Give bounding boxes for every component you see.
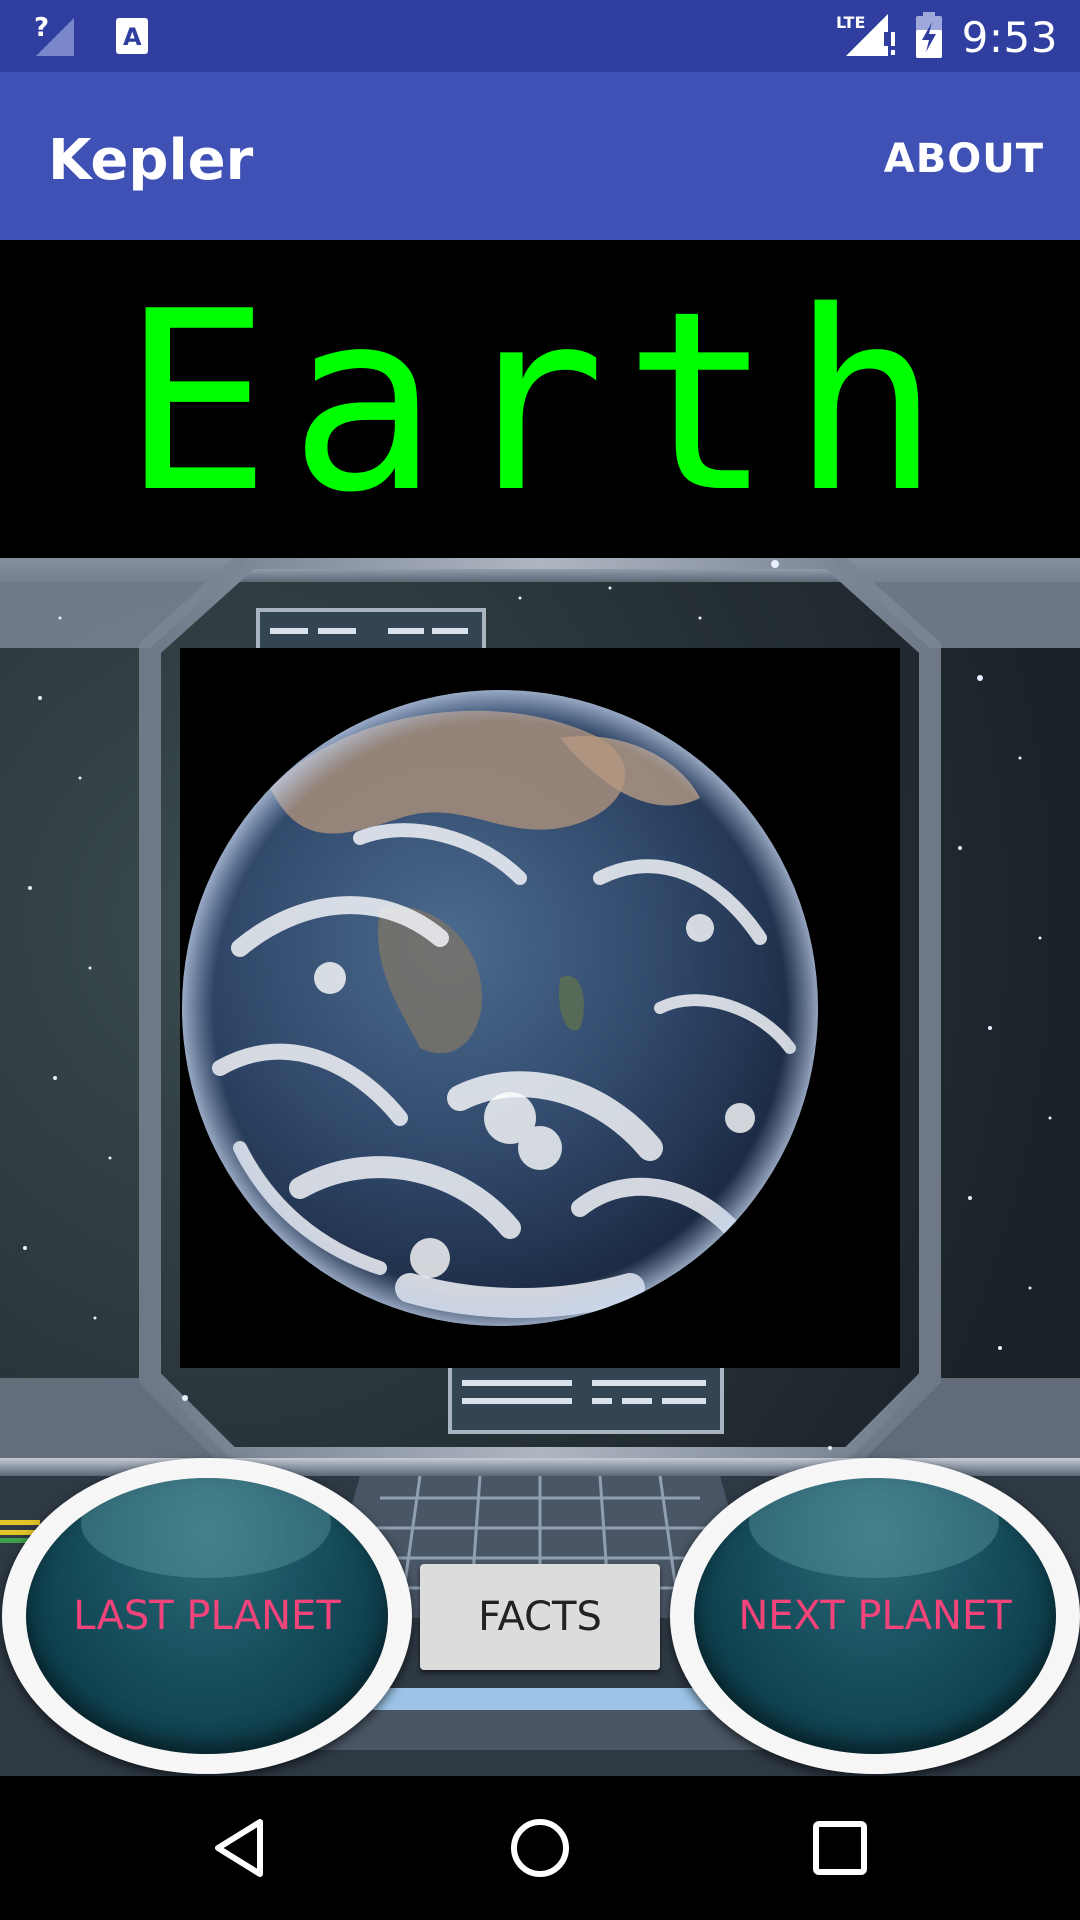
next-planet-label: NEXT PLANET — [738, 1593, 1012, 1639]
status-right-icons: LTE 9:53 — [836, 10, 1058, 65]
back-icon[interactable] — [204, 1812, 276, 1884]
app-title: Kepler — [48, 128, 254, 193]
about-button[interactable]: ABOUT — [884, 136, 1044, 182]
keyboard-a-icon: A — [114, 16, 150, 61]
home-icon[interactable] — [504, 1812, 576, 1884]
app-bar: Kepler ABOUT — [0, 72, 1080, 240]
svg-text:?: ? — [34, 14, 49, 43]
navigation-bar — [0, 1776, 1080, 1920]
last-planet-button-face: LAST PLANET — [26, 1478, 388, 1754]
recents-icon[interactable] — [804, 1812, 876, 1884]
svg-text:A: A — [123, 23, 142, 51]
status-bar: ? A LTE 9:53 — [0, 0, 1080, 72]
planet-image — [180, 648, 900, 1368]
signal-unknown-icon: ? — [34, 13, 76, 63]
planet-name-banner: Earth — [0, 240, 1080, 558]
network-label: LTE — [836, 13, 865, 32]
next-planet-button-face: NEXT PLANET — [694, 1478, 1056, 1754]
clock: 9:53 — [961, 13, 1058, 62]
battery-charging-icon — [914, 10, 944, 65]
planet-name: Earth — [121, 259, 959, 547]
last-planet-button[interactable]: LAST PLANET — [2, 1458, 412, 1774]
last-planet-label: LAST PLANET — [73, 1593, 341, 1639]
lte-signal-icon: LTE — [836, 10, 896, 65]
earth-globe-icon — [180, 648, 900, 1368]
next-planet-button[interactable]: NEXT PLANET — [670, 1458, 1080, 1774]
status-left-icons: ? A — [34, 13, 150, 63]
facts-button[interactable]: FACTS — [420, 1564, 660, 1670]
